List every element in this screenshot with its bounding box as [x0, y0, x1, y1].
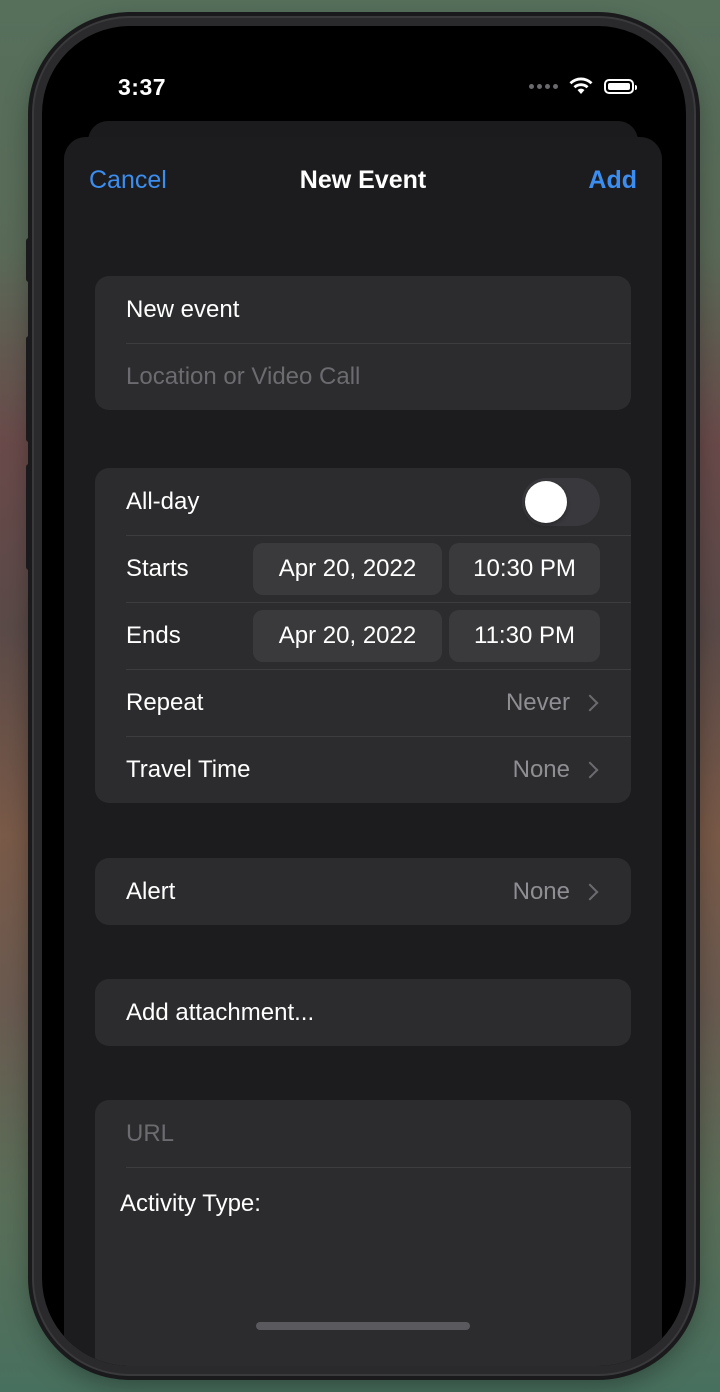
- location-field[interactable]: Location or Video Call: [95, 343, 631, 410]
- toggle-knob: [525, 480, 567, 523]
- date-time-group: All-day Starts Apr 20, 2022 10:30 PM End…: [95, 468, 631, 803]
- travel-time-row[interactable]: Travel Time None: [95, 736, 631, 803]
- alert-value: None: [512, 877, 570, 905]
- add-attachment-row[interactable]: Add attachment...: [95, 979, 631, 1046]
- battery-icon: [604, 78, 637, 94]
- navigation-bar: Cancel New Event Add: [64, 137, 662, 223]
- ends-label: Ends: [126, 621, 181, 649]
- title-field[interactable]: New event: [95, 276, 631, 343]
- repeat-value: Never: [505, 688, 570, 716]
- add-button[interactable]: Add: [588, 166, 637, 195]
- alert-label: Alert: [126, 877, 176, 905]
- starts-label: Starts: [126, 554, 189, 582]
- url-field[interactable]: URL: [95, 1100, 631, 1167]
- activity-type-label: Activity Type:: [120, 1190, 261, 1217]
- allday-row: All-day: [95, 468, 631, 535]
- ends-row: Ends Apr 20, 2022 11:30 PM: [95, 602, 631, 669]
- title-input-value: New event: [126, 295, 240, 323]
- allday-toggle[interactable]: [522, 477, 600, 526]
- wifi-icon: [569, 77, 593, 94]
- travel-time-label: Travel Time: [126, 755, 251, 783]
- divider: [126, 1167, 631, 1168]
- alert-row[interactable]: Alert None: [95, 858, 631, 925]
- ends-time-button[interactable]: 11:30 PM: [449, 609, 600, 662]
- travel-time-value: None: [512, 755, 570, 783]
- cellular-signal-icon: [529, 83, 558, 89]
- volume-up-button: [26, 336, 32, 442]
- chevron-right-icon: [581, 761, 599, 778]
- status-icons: [529, 76, 637, 96]
- alert-group: Alert None: [95, 858, 631, 925]
- volume-down-button: [26, 464, 32, 570]
- starts-date-button[interactable]: Apr 20, 2022: [253, 542, 442, 595]
- chevron-right-icon: [581, 694, 599, 711]
- repeat-row[interactable]: Repeat Never: [95, 669, 631, 736]
- starts-time-button[interactable]: 10:30 PM: [449, 542, 600, 595]
- url-placeholder: URL: [126, 1119, 175, 1147]
- allday-label: All-day: [126, 487, 200, 515]
- home-indicator[interactable]: [256, 1322, 470, 1330]
- attachment-group: Add attachment...: [95, 979, 631, 1046]
- status-bar: 3:37: [42, 26, 686, 116]
- repeat-label: Repeat: [126, 688, 204, 716]
- chevron-right-icon: [581, 883, 599, 900]
- phone-screen: 3:37 Cancel New Event Add New event Loca…: [42, 26, 686, 1366]
- add-attachment-label: Add attachment...: [126, 998, 315, 1026]
- new-event-sheet: Cancel New Event Add New event Location …: [64, 137, 662, 1366]
- status-time: 3:37: [118, 74, 167, 100]
- title-location-group: New event Location or Video Call: [95, 276, 631, 410]
- starts-row: Starts Apr 20, 2022 10:30 PM: [95, 535, 631, 602]
- location-placeholder: Location or Video Call: [126, 362, 361, 390]
- page-title: New Event: [299, 166, 427, 194]
- mute-switch: [26, 238, 32, 282]
- ends-date-button[interactable]: Apr 20, 2022: [253, 609, 442, 662]
